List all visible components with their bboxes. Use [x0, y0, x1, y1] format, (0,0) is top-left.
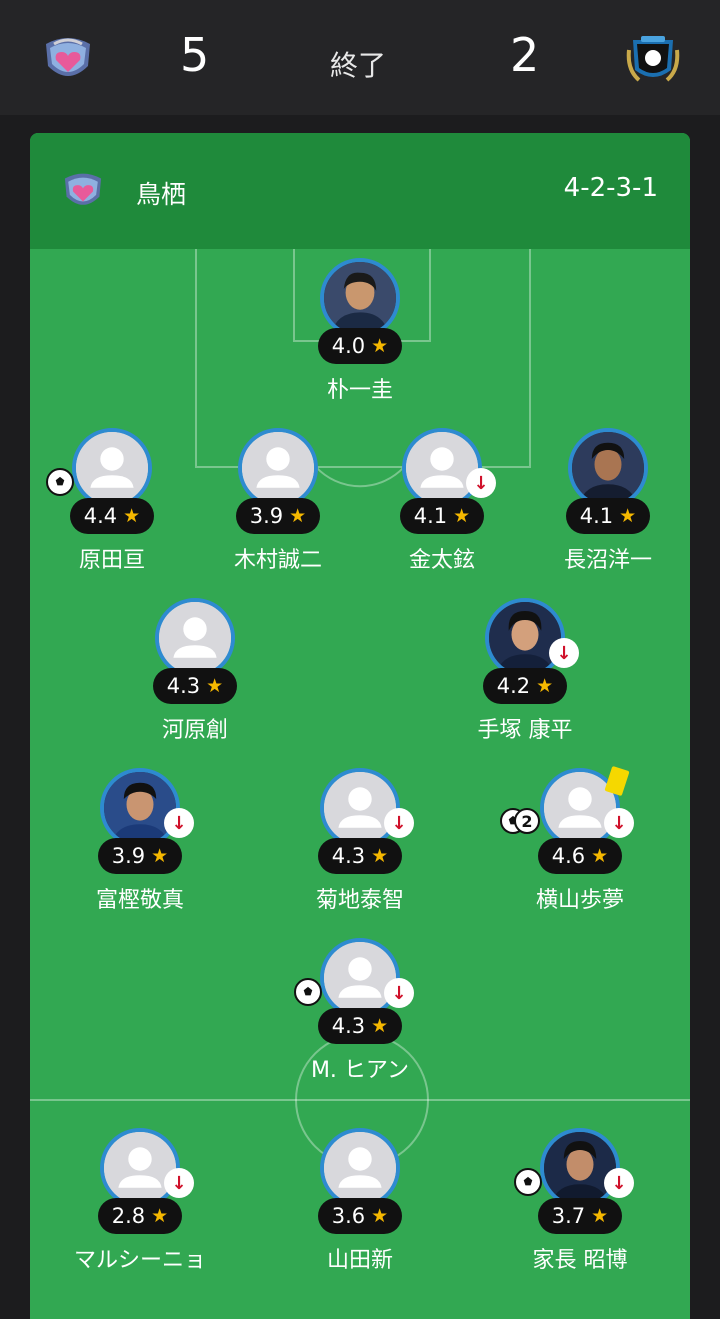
player-avatar-placeholder: [72, 428, 152, 508]
player-name: 富樫敬真: [95, 888, 184, 913]
player-rating: 4.1 ★: [566, 498, 650, 534]
player-name: 長沼洋一: [563, 548, 652, 573]
player-rating: 4.1 ★: [400, 498, 484, 534]
player-name: マルシーニョ: [73, 1248, 206, 1273]
star-icon: ★: [536, 675, 554, 697]
star-icon: ★: [371, 335, 389, 357]
score-bar: 5 終了 2: [0, 0, 720, 115]
player-avatar-placeholder: [320, 1128, 400, 1208]
sub-out-icon: ↓: [384, 808, 414, 838]
player-rating: 4.3 ★: [318, 838, 402, 874]
player-name: 家長 昭博: [532, 1248, 628, 1273]
player-rating: 4.3 ★: [318, 1008, 402, 1044]
player-name: 河原創: [161, 718, 228, 743]
player-avatar-placeholder: [238, 428, 318, 508]
goal-count: 2: [514, 808, 540, 834]
player-rating: 4.2 ★: [483, 668, 567, 704]
player-photo: [485, 598, 565, 678]
star-icon: ★: [371, 1205, 389, 1227]
player-rating: 4.0 ★: [318, 328, 402, 364]
lineup-card: 鳥栖 4-2-3-1 4.0★ 朴一圭 4.4★ 原田亘 3.9★ 木村誠: [30, 133, 690, 1319]
player-photo: [100, 768, 180, 848]
star-icon: ★: [371, 1015, 389, 1037]
match-status: 終了: [330, 49, 387, 82]
player-rating: 3.9 ★: [98, 838, 182, 874]
team-logo: [64, 173, 102, 205]
goal-ball-icon: [514, 1168, 542, 1196]
player-avatar-placeholder: [155, 598, 235, 678]
player-rating: 4.4 ★: [70, 498, 154, 534]
sub-out-icon: ↓: [604, 1168, 634, 1198]
player-photo: [320, 258, 400, 338]
sub-out-icon: ↓: [549, 638, 579, 668]
sub-out-icon: ↓: [604, 808, 634, 838]
sub-out-icon: ↓: [164, 1168, 194, 1198]
player-avatar-placeholder: [320, 768, 400, 848]
player-rating: 3.6 ★: [318, 1198, 402, 1234]
player-name: 手塚 康平: [477, 718, 573, 743]
star-icon: ★: [591, 1205, 609, 1227]
player-rating: 3.7 ★: [538, 1198, 622, 1234]
sub-out-icon: ↓: [164, 808, 194, 838]
star-icon: ★: [206, 675, 224, 697]
team-name: 鳥栖: [136, 180, 187, 209]
star-icon: ★: [151, 1205, 169, 1227]
home-score: 5: [180, 28, 210, 82]
star-icon: ★: [123, 505, 141, 527]
player-rating: 2.8 ★: [98, 1198, 182, 1234]
sub-out-icon: ↓: [384, 978, 414, 1008]
away-team-logo[interactable]: [625, 30, 681, 86]
star-icon: ★: [151, 845, 169, 867]
player-name: 朴一圭: [326, 378, 393, 403]
sub-out-icon: ↓: [466, 468, 496, 498]
player-name: 横山歩夢: [535, 888, 624, 913]
player-avatar-placeholder: [320, 938, 400, 1018]
player-rating: 4.3 ★: [153, 668, 237, 704]
goal-ball-icon: [294, 978, 322, 1006]
player-photo: [568, 428, 648, 508]
formation: 4-2-3-1: [563, 173, 658, 203]
player-rating: 3.9 ★: [236, 498, 320, 534]
star-icon: ★: [591, 845, 609, 867]
star-icon: ★: [289, 505, 307, 527]
player-name: 山田新: [326, 1248, 393, 1273]
star-icon: ★: [453, 505, 471, 527]
home-team-logo[interactable]: [40, 30, 96, 86]
goals-badge: 2: [500, 808, 540, 836]
player-name: 菊地泰智: [315, 888, 404, 913]
player-rating: 4.6 ★: [538, 838, 622, 874]
away-score: 2: [510, 28, 540, 82]
goal-ball-icon: [46, 468, 74, 496]
player-avatar-placeholder: [402, 428, 482, 508]
lineup-header: 鳥栖 4-2-3-1: [30, 133, 690, 249]
player-photo: [540, 1128, 620, 1208]
star-icon: ★: [371, 845, 389, 867]
player-name: M. ヒアン: [310, 1058, 410, 1083]
player-avatar-placeholder: [100, 1128, 180, 1208]
star-icon: ★: [619, 505, 637, 527]
